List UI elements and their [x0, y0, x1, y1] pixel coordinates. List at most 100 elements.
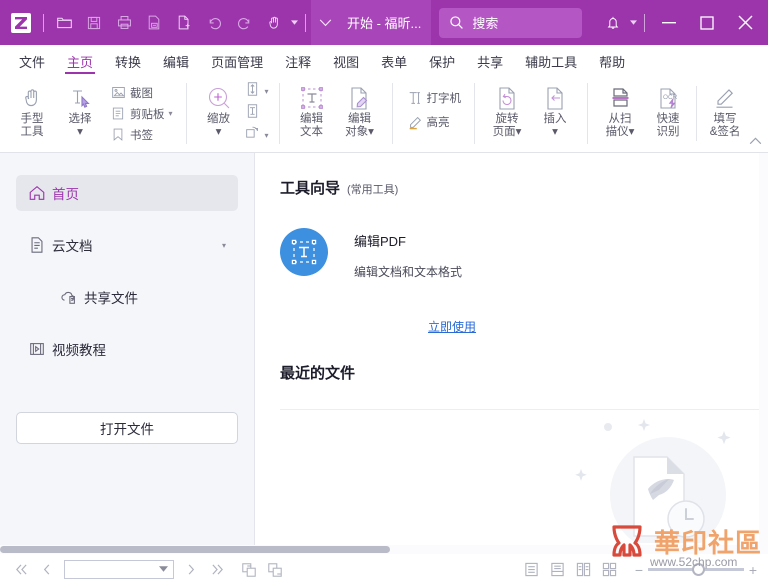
start-page-main: 工具向导 (常用工具) 编辑PDF 编辑文档和文本格式 [255, 153, 768, 553]
menu-item-form[interactable]: 表单 [370, 56, 418, 74]
fill-sign-label-2: &签名 [710, 126, 741, 139]
menu-item-convert[interactable]: 转换 [104, 56, 152, 74]
fit-page-dropdown-icon[interactable]: ▾ [265, 87, 269, 96]
horizontal-scrollbar[interactable] [0, 545, 768, 554]
window-controls [598, 0, 764, 45]
rotate-page-label-1: 旋转 [496, 113, 519, 126]
last-page-icon[interactable] [204, 557, 230, 583]
rotate-view-dropdown-icon[interactable]: ▾ [265, 131, 269, 140]
fit-width-button[interactable] [243, 103, 271, 125]
next-page-icon[interactable] [178, 557, 204, 583]
highlight-button[interactable]: 高亮 [403, 110, 465, 134]
sidebar-item-home[interactable]: 首页 [16, 175, 238, 211]
scanner-icon [608, 83, 633, 113]
print-icon[interactable] [109, 8, 139, 38]
zoom-out-button[interactable]: − [632, 562, 646, 578]
menu-item-comment[interactable]: 注释 [274, 56, 322, 74]
new-file-icon[interactable] [169, 8, 199, 38]
facing-view-icon[interactable] [570, 557, 596, 583]
chevron-down-icon[interactable] [159, 565, 168, 574]
sidebar-item-cloud-document[interactable]: 云文档 ▾ [16, 227, 238, 263]
edit-object-button[interactable]: 编辑 对象▾ [336, 78, 384, 149]
empty-recent-files-illustration [556, 413, 746, 543]
chevron-down-icon[interactable]: ▾ [222, 241, 226, 250]
rotate-page-button[interactable]: 旋转 页面▾ [483, 78, 531, 149]
active-tab-title[interactable]: 开始 - 福昕... [339, 0, 431, 45]
menu-item-file[interactable]: 文件 [8, 56, 56, 74]
minimize-button[interactable] [650, 0, 688, 45]
title-bar: 开始 - 福昕... 搜索 [0, 0, 768, 45]
continuous-view-icon[interactable] [544, 557, 570, 583]
menu-item-protect[interactable]: 保护 [418, 56, 466, 74]
edit-text-button[interactable]: 编辑 文本 [288, 78, 336, 149]
fit-page-button[interactable]: ▾ [243, 81, 271, 103]
zoom-dropdown-icon[interactable]: ▾ [216, 126, 222, 139]
continuous-facing-view-icon[interactable] [596, 557, 622, 583]
hand-tool-button[interactable]: 手型 工具 [8, 78, 56, 149]
menu-item-edit[interactable]: 编辑 [152, 56, 200, 74]
clipboard-dropdown-icon[interactable]: ▾ [169, 109, 173, 118]
first-page-icon[interactable] [8, 557, 34, 583]
maximize-button[interactable] [688, 0, 726, 45]
hand-tool-dropdown-icon[interactable] [289, 10, 300, 36]
single-page-view-icon[interactable] [518, 557, 544, 583]
open-file-icon[interactable] [49, 8, 79, 38]
prev-page-icon[interactable] [34, 557, 60, 583]
previous-view-icon[interactable] [236, 557, 262, 583]
typewriter-icon [406, 90, 424, 106]
menu-item-help[interactable]: 帮助 [588, 56, 636, 74]
bookmark-icon [109, 127, 127, 142]
bell-icon[interactable] [598, 8, 628, 38]
fill-sign-label-1: 填写 [714, 113, 737, 126]
hand-tool-icon[interactable] [259, 8, 289, 38]
select-text-icon [68, 83, 92, 113]
ribbon-group-zoom: 缩放 ▾ ▾ [191, 75, 275, 152]
sidebar-item-shared-file[interactable]: 共享文件 [16, 279, 238, 315]
highlight-label: 高亮 [427, 114, 450, 130]
sidebar-item-video-tutorial[interactable]: 视频教程 [16, 331, 238, 367]
zoom-in-button[interactable]: + [746, 562, 760, 578]
clipboard-button[interactable]: 剪贴板 ▾ [106, 103, 176, 124]
zoom-label: 缩放 [207, 113, 230, 126]
next-view-icon[interactable] [262, 557, 288, 583]
ribbon-collapse-icon[interactable] [749, 132, 762, 150]
zoom-button[interactable]: 缩放 ▾ [195, 78, 243, 149]
titlebar-divider-3 [644, 14, 645, 32]
zoom-slider-knob[interactable] [692, 563, 705, 576]
bell-dropdown-icon[interactable] [628, 10, 639, 36]
page-number-combobox[interactable] [64, 560, 174, 579]
fill-sign-button[interactable]: 填写 &签名 [701, 78, 749, 149]
rotate-page-label-2: 页面▾ [493, 126, 522, 139]
select-tool-button[interactable]: 选择 ▾ [56, 78, 104, 149]
undo-icon[interactable] [199, 8, 229, 38]
open-file-button[interactable]: 打开文件 [16, 412, 238, 444]
menu-item-accessibility[interactable]: 辅助工具 [514, 56, 588, 74]
from-scanner-button[interactable]: 从扫 描仪▾ [596, 78, 644, 149]
typewriter-button[interactable]: 打字机 [403, 86, 465, 110]
zoom-slider-track[interactable] [648, 568, 744, 571]
search-input[interactable]: 搜索 [439, 8, 582, 38]
redo-icon[interactable] [229, 8, 259, 38]
snapshot-button[interactable]: 截图 [106, 82, 176, 103]
recent-files-divider [280, 409, 763, 410]
select-tool-dropdown-icon[interactable]: ▾ [77, 126, 83, 139]
menu-item-share[interactable]: 共享 [466, 56, 514, 74]
menu-item-organize[interactable]: 页面管理 [200, 56, 274, 74]
ribbon-group-edit: 编辑 文本 编辑 对象▾ [284, 75, 388, 152]
tool-card-edit-pdf[interactable]: 编辑PDF 编辑文档和文本格式 [280, 228, 768, 280]
email-attachment-icon[interactable] [139, 8, 169, 38]
bookmark-button[interactable]: 书签 [106, 124, 176, 145]
close-button[interactable] [726, 0, 764, 45]
insert-page-dropdown-icon[interactable]: ▾ [552, 126, 558, 139]
menu-item-home[interactable]: 主页 [56, 56, 104, 74]
tab-list-dropdown[interactable] [311, 0, 339, 45]
ribbon-divider-1 [186, 83, 187, 144]
quick-ocr-button[interactable]: OCR 快速 识别 [644, 78, 692, 149]
rotate-view-button[interactable]: ▾ [243, 125, 271, 147]
tool-card-name: 编辑PDF [354, 231, 462, 250]
main-vertical-scrollbar[interactable] [759, 153, 768, 553]
insert-page-button[interactable]: 插入 ▾ [531, 78, 579, 149]
save-icon[interactable] [79, 8, 109, 38]
use-now-link[interactable]: 立即使用 [428, 318, 476, 335]
menu-item-view[interactable]: 视图 [322, 56, 370, 74]
